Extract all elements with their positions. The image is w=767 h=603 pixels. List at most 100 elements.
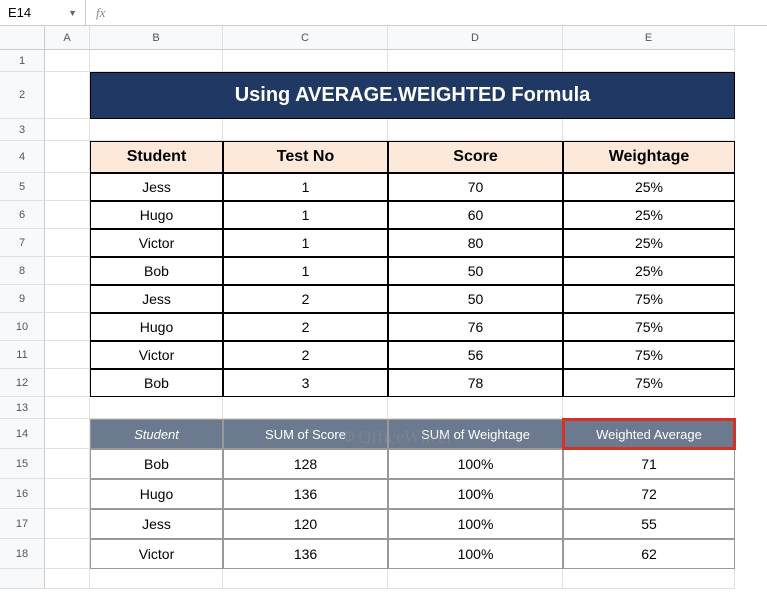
table-row[interactable]: Victor xyxy=(90,229,223,257)
table1-header-student[interactable]: Student xyxy=(90,141,223,173)
table-row[interactable]: Jess xyxy=(90,173,223,201)
col-header-a[interactable]: A xyxy=(45,26,90,50)
pivot-header-student[interactable]: Student xyxy=(90,419,223,449)
cell-b1[interactable] xyxy=(90,50,223,72)
title-cell[interactable]: Using AVERAGE.WEIGHTED Formula xyxy=(90,72,735,119)
table1-header-testno[interactable]: Test No xyxy=(223,141,388,173)
cell-a8[interactable] xyxy=(45,257,90,285)
cell-a16[interactable] xyxy=(45,479,90,509)
dropdown-icon[interactable]: ▼ xyxy=(68,8,77,18)
cell-a9[interactable] xyxy=(45,285,90,313)
select-all-corner[interactable] xyxy=(0,26,45,50)
table-row[interactable]: Bob xyxy=(90,369,223,397)
pivot-header-score[interactable]: SUM of Score xyxy=(223,419,388,449)
table-row[interactable]: 55 xyxy=(563,509,735,539)
table-row[interactable]: 75% xyxy=(563,285,735,313)
cell-c13[interactable] xyxy=(223,397,388,419)
table-row[interactable]: 136 xyxy=(223,479,388,509)
table-row[interactable]: 25% xyxy=(563,257,735,285)
table-row[interactable]: Hugo xyxy=(90,313,223,341)
cell-c19[interactable] xyxy=(223,569,388,589)
row-header-2[interactable]: 2 xyxy=(0,72,45,119)
table-row[interactable]: 136 xyxy=(223,539,388,569)
table-row[interactable]: 72 xyxy=(563,479,735,509)
row-header-5[interactable]: 5 xyxy=(0,173,45,201)
table-row[interactable]: 25% xyxy=(563,229,735,257)
row-header-12[interactable]: 12 xyxy=(0,369,45,397)
table-row[interactable]: 2 xyxy=(223,313,388,341)
table-row[interactable]: 62 xyxy=(563,539,735,569)
cell-a4[interactable] xyxy=(45,141,90,173)
table-row[interactable]: 80 xyxy=(388,229,563,257)
row-header-7[interactable]: 7 xyxy=(0,229,45,257)
table-row[interactable]: 50 xyxy=(388,257,563,285)
table-row[interactable]: 3 xyxy=(223,369,388,397)
table-row[interactable]: 100% xyxy=(388,479,563,509)
cell-a15[interactable] xyxy=(45,449,90,479)
cell-a2[interactable] xyxy=(45,72,90,119)
cell-reference-box[interactable]: E14 ▼ xyxy=(0,0,86,25)
table-row[interactable]: Bob xyxy=(90,449,223,479)
row-header-15[interactable]: 15 xyxy=(0,449,45,479)
row-header-13[interactable]: 13 xyxy=(0,397,45,419)
cell-d13[interactable] xyxy=(388,397,563,419)
cell-b3[interactable] xyxy=(90,119,223,141)
col-header-d[interactable]: D xyxy=(388,26,563,50)
col-header-b[interactable]: B xyxy=(90,26,223,50)
table-row[interactable]: 75% xyxy=(563,341,735,369)
row-header-16[interactable]: 16 xyxy=(0,479,45,509)
table-row[interactable]: 71 xyxy=(563,449,735,479)
cell-a7[interactable] xyxy=(45,229,90,257)
row-header-14[interactable]: 14 xyxy=(0,419,45,449)
cell-a14[interactable] xyxy=(45,419,90,449)
row-header-6[interactable]: 6 xyxy=(0,201,45,229)
cell-e3[interactable] xyxy=(563,119,735,141)
table-row[interactable]: Hugo xyxy=(90,479,223,509)
cell-a19[interactable] xyxy=(45,569,90,589)
cell-c1[interactable] xyxy=(223,50,388,72)
formula-input[interactable] xyxy=(115,0,767,25)
table1-header-score[interactable]: Score xyxy=(388,141,563,173)
cell-d3[interactable] xyxy=(388,119,563,141)
cell-a10[interactable] xyxy=(45,313,90,341)
cell-a1[interactable] xyxy=(45,50,90,72)
cell-a13[interactable] xyxy=(45,397,90,419)
table-row[interactable]: 1 xyxy=(223,257,388,285)
table-row[interactable]: 100% xyxy=(388,449,563,479)
col-header-c[interactable]: C xyxy=(223,26,388,50)
row-header-10[interactable]: 10 xyxy=(0,313,45,341)
row-header-4[interactable]: 4 xyxy=(0,141,45,173)
row-header-18[interactable]: 18 xyxy=(0,539,45,569)
cell-e1[interactable] xyxy=(563,50,735,72)
row-header-1[interactable]: 1 xyxy=(0,50,45,72)
table-row[interactable]: 1 xyxy=(223,173,388,201)
row-header-19[interactable] xyxy=(0,569,45,589)
table-row[interactable]: 25% xyxy=(563,173,735,201)
table-row[interactable]: 70 xyxy=(388,173,563,201)
cell-a6[interactable] xyxy=(45,201,90,229)
row-header-3[interactable]: 3 xyxy=(0,119,45,141)
table-row[interactable]: 78 xyxy=(388,369,563,397)
table-row[interactable]: 1 xyxy=(223,229,388,257)
table-row[interactable]: 2 xyxy=(223,285,388,313)
cell-a3[interactable] xyxy=(45,119,90,141)
cell-a11[interactable] xyxy=(45,341,90,369)
table-row[interactable]: 75% xyxy=(563,313,735,341)
cell-e13[interactable] xyxy=(563,397,735,419)
table-row[interactable]: 76 xyxy=(388,313,563,341)
row-header-11[interactable]: 11 xyxy=(0,341,45,369)
table-row[interactable]: 1 xyxy=(223,201,388,229)
table-row[interactable]: 2 xyxy=(223,341,388,369)
cell-d1[interactable] xyxy=(388,50,563,72)
cell-b19[interactable] xyxy=(90,569,223,589)
cell-e19[interactable] xyxy=(563,569,735,589)
table-row[interactable]: 128 xyxy=(223,449,388,479)
table-row[interactable]: 75% xyxy=(563,369,735,397)
cell-d19[interactable] xyxy=(388,569,563,589)
cell-b13[interactable] xyxy=(90,397,223,419)
table-row[interactable]: Bob xyxy=(90,257,223,285)
table-row[interactable]: 56 xyxy=(388,341,563,369)
cell-a17[interactable] xyxy=(45,509,90,539)
row-header-9[interactable]: 9 xyxy=(0,285,45,313)
table-row[interactable]: Victor xyxy=(90,341,223,369)
